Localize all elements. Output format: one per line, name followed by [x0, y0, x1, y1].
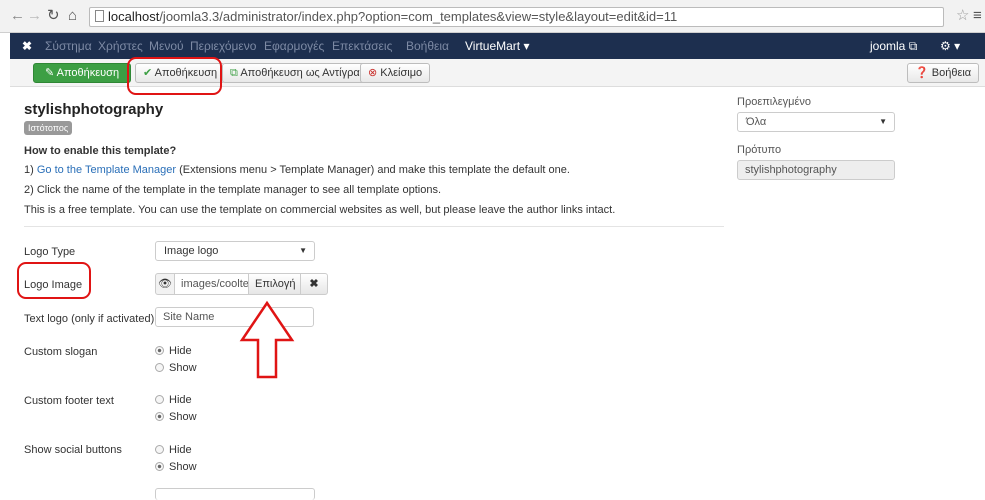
- slogan-show-radio[interactable]: Show: [155, 361, 197, 375]
- save-close-button[interactable]: ✎ Αποθήκευση: [33, 63, 131, 83]
- save-as-copy-button[interactable]: ⧉ Αποθήκευση ως Αντίγραφο: [222, 63, 381, 83]
- default-label: Προεπιλεγμένο: [737, 96, 812, 108]
- admin-menu-bar: ✖ Σύστημα Χρήστες Μενού Περιεχόμενο Εφαρ…: [10, 33, 985, 59]
- up-arrow-annotation: [239, 300, 295, 379]
- partial-select[interactable]: [155, 488, 315, 500]
- site-badge: Ιστότοπος: [24, 121, 73, 135]
- copy-icon: ⧉: [230, 67, 238, 79]
- apply-highlight-annotation: [127, 57, 222, 95]
- preview-eye-icon[interactable]: 👁: [155, 273, 175, 295]
- dropdown-caret-icon: ▼: [879, 117, 887, 126]
- default-select[interactable]: Όλα ▼: [737, 112, 895, 132]
- bookmark-star-icon[interactable]: ☆: [956, 8, 969, 24]
- close-button[interactable]: ⊗ Κλείσιμο: [360, 63, 431, 83]
- divider: [24, 226, 724, 227]
- template-label: Πρότυπο: [737, 144, 782, 156]
- social-buttons-label: Show social buttons: [24, 444, 122, 456]
- social-show-radio[interactable]: Show: [155, 460, 197, 474]
- logo-type-select[interactable]: Image logo ▼: [155, 241, 315, 261]
- slogan-hide-radio[interactable]: Hide: [155, 344, 192, 358]
- menu-extensions[interactable]: Επεκτάσεις: [332, 39, 392, 53]
- menu-help[interactable]: Βοήθεια: [406, 39, 449, 53]
- clear-image-icon[interactable]: ✖: [300, 273, 328, 295]
- custom-slogan-label: Custom slogan: [24, 346, 98, 358]
- home-icon[interactable]: ⌂: [68, 8, 77, 24]
- forward-icon[interactable]: →: [27, 8, 42, 24]
- logo-image-path-input[interactable]: images/cooltext: [174, 273, 249, 295]
- social-hide-radio[interactable]: Hide: [155, 443, 192, 457]
- template-readonly-field: stylishphotography: [737, 160, 895, 180]
- step-1-text: 1) Go to the Template Manager (Extension…: [24, 164, 570, 176]
- edit-icon: ✎: [44, 67, 55, 79]
- help-button[interactable]: ❓ Βοήθεια: [907, 63, 980, 83]
- free-template-note: This is a free template. You can use the…: [24, 204, 616, 216]
- logo-image-highlight-annotation: [17, 262, 91, 299]
- dropdown-caret-icon: ▼: [299, 246, 307, 255]
- menu-system[interactable]: Σύστημα: [45, 39, 92, 53]
- browser-toolbar: ← → ↻ ⌂ localhost/joomla3.3/administrato…: [0, 0, 985, 33]
- menu-virtuemart[interactable]: VirtueMart ▾: [465, 39, 530, 53]
- logo-type-label: Logo Type: [24, 246, 76, 258]
- reload-icon[interactable]: ↻: [47, 8, 60, 24]
- step-2-text: 2) Click the name of the template in the…: [24, 184, 442, 196]
- question-icon: ❓: [915, 67, 929, 79]
- select-image-button[interactable]: Επιλογή: [248, 273, 301, 295]
- template-manager-link[interactable]: Go to the Template Manager: [37, 164, 176, 176]
- footer-hide-radio[interactable]: Hide: [155, 393, 192, 407]
- settings-gear-icon[interactable]: ⚙ ▾: [940, 39, 960, 53]
- address-text: localhost/joomla3.3/administrator/index.…: [108, 9, 678, 24]
- joomla-logo-icon[interactable]: ✖: [22, 39, 32, 53]
- back-icon[interactable]: ←: [10, 8, 25, 24]
- how-to-heading: How to enable this template?: [24, 145, 177, 157]
- menu-users[interactable]: Χρήστες: [98, 39, 143, 53]
- page-icon: [95, 10, 104, 22]
- menu-content[interactable]: Περιεχόμενο: [190, 39, 256, 53]
- menu-icon[interactable]: ≡: [973, 8, 982, 24]
- custom-footer-label: Custom footer text: [24, 395, 114, 407]
- text-logo-label: Text logo (only if activated): [24, 313, 155, 325]
- close-circle-icon: ⊗: [368, 67, 378, 79]
- footer-show-radio[interactable]: Show: [155, 410, 197, 424]
- user-menu[interactable]: joomla ⧉: [870, 39, 917, 53]
- menu-menus[interactable]: Μενού: [149, 39, 184, 53]
- page-title: stylishphotography: [24, 101, 164, 118]
- menu-components[interactable]: Εφαρμογές: [264, 39, 324, 53]
